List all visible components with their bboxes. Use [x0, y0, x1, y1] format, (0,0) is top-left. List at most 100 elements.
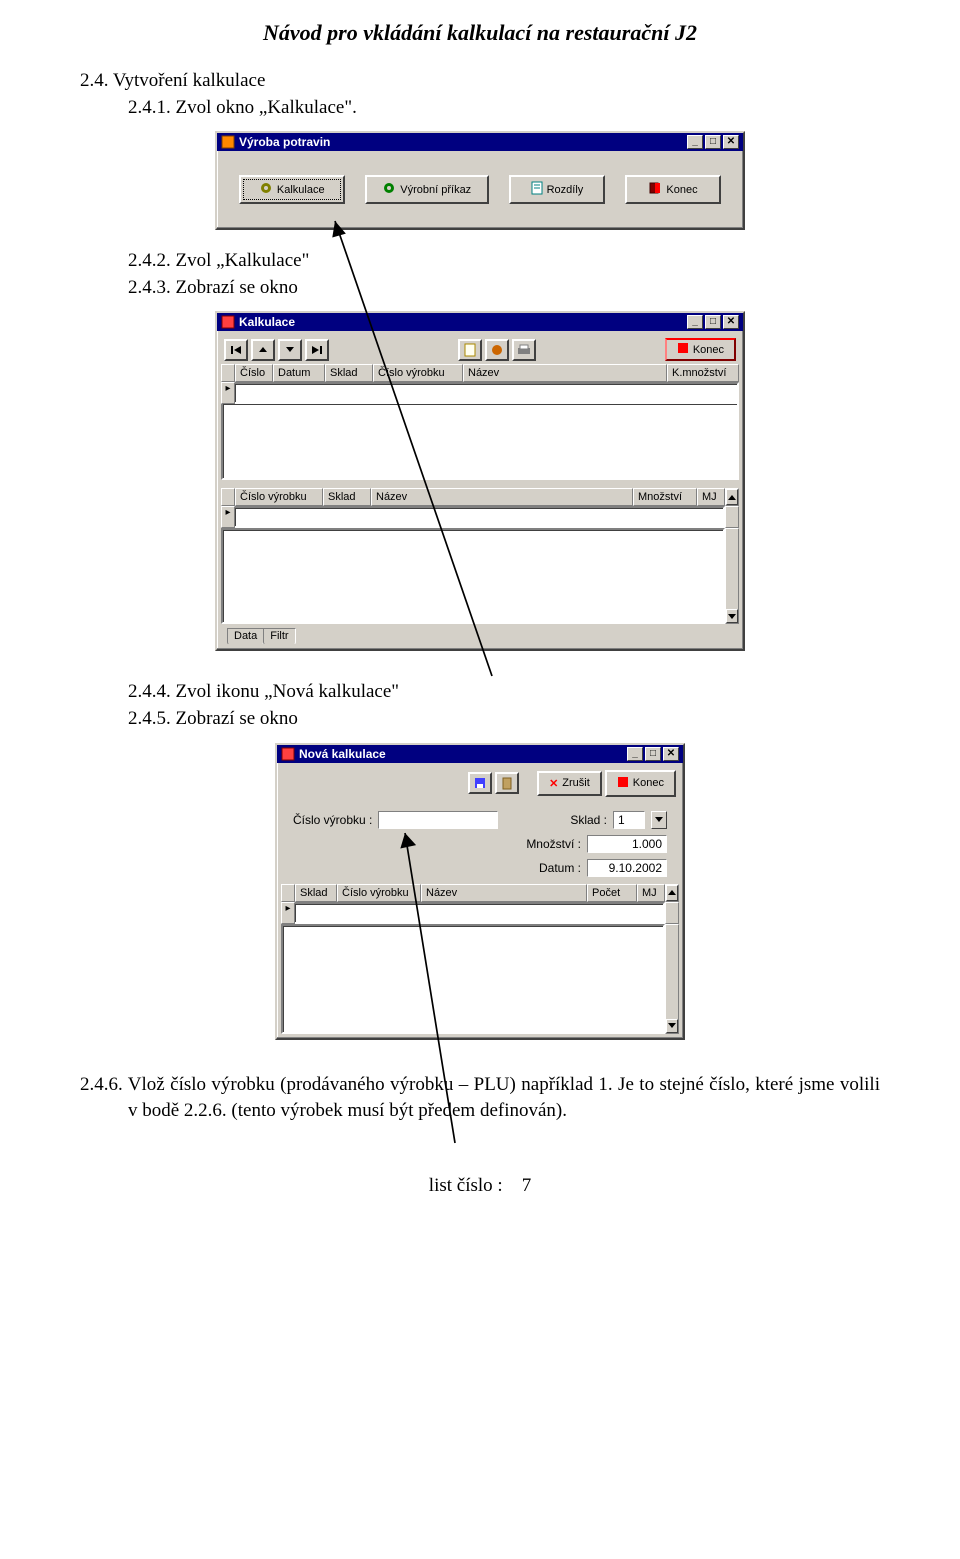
col-header: Název — [371, 488, 633, 506]
col-header: MJ — [637, 884, 665, 902]
tab-data[interactable]: Data — [227, 628, 264, 645]
close-button[interactable]: ✕ — [663, 747, 679, 761]
window-vyroba-potravin: Výroba potravin _ □ ✕ Kalkulace — [215, 131, 745, 230]
paste-button[interactable] — [495, 772, 519, 794]
titlebar: Kalkulace _ □ ✕ — [217, 313, 743, 331]
scrollbar[interactable] — [725, 528, 739, 624]
titlebar: Výroba potravin _ □ ✕ — [217, 133, 743, 151]
zrusit-button[interactable]: ✕ Zrušit — [537, 771, 602, 796]
gear-icon — [382, 181, 396, 198]
col-header: Sklad — [295, 884, 337, 902]
grid-body[interactable] — [221, 402, 739, 480]
cross-icon: ✕ — [549, 777, 558, 790]
konec-button[interactable]: Konec — [665, 338, 736, 361]
vyrobni-prikaz-button[interactable]: Výrobní příkaz — [365, 175, 489, 204]
datum-input[interactable]: 9.10.2002 — [587, 859, 667, 877]
mnozstvi-input[interactable]: 1.000 — [587, 835, 667, 853]
row-marker — [221, 364, 235, 382]
rozdily-button[interactable]: Rozdíly — [509, 175, 605, 204]
scrollbar[interactable] — [725, 506, 739, 528]
nav-prev-button[interactable] — [251, 339, 275, 361]
footer-label: list číslo : — [429, 1175, 503, 1196]
grid-body[interactable] — [295, 902, 665, 924]
scrollbar[interactable] — [665, 924, 679, 1034]
maximize-button[interactable]: □ — [705, 315, 721, 329]
app-icon — [221, 135, 235, 149]
doc-title: Návod pro vkládání kalkulací na restaura… — [80, 20, 880, 46]
button-label: Rozdíly — [547, 184, 584, 196]
step-2-4-6: 2.4.6. Vlož číslo výrobku (prodávaného v… — [80, 1072, 880, 1125]
button-label: Konec — [666, 184, 697, 196]
page-number: 7 — [522, 1175, 532, 1196]
nav-last-button[interactable] — [305, 339, 329, 361]
kalkulace-button[interactable]: Kalkulace — [239, 175, 345, 204]
konec-button[interactable]: Konec — [605, 770, 676, 797]
col-header: Sklad — [323, 488, 371, 506]
edit-button[interactable] — [485, 339, 509, 361]
label-cislo-vyrobku: Číslo výrobku : — [293, 813, 372, 827]
record-pointer: ▸ — [221, 382, 235, 404]
exit-icon — [617, 776, 629, 791]
cislo-vyrobku-input[interactable] — [378, 811, 498, 829]
minimize-button[interactable]: _ — [687, 135, 703, 149]
col-header: Číslo výrobku — [235, 488, 323, 506]
button-label: Konec — [633, 777, 664, 789]
col-header: Sklad — [325, 364, 373, 382]
button-label: Konec — [693, 344, 724, 356]
col-header: K.množství — [667, 364, 739, 382]
grid-body[interactable] — [235, 506, 725, 528]
document-icon — [531, 181, 543, 198]
button-label: Zrušit — [562, 777, 590, 789]
minimize-button[interactable]: _ — [687, 315, 703, 329]
col-header: MJ — [697, 488, 725, 506]
window-kalkulace: Kalkulace _ □ ✕ — [215, 311, 745, 651]
app-icon — [221, 315, 235, 329]
sklad-input[interactable]: 1 — [613, 811, 645, 829]
exit-icon — [677, 342, 689, 357]
window-title: Kalkulace — [239, 315, 295, 329]
minimize-button[interactable]: _ — [627, 747, 643, 761]
nav-first-button[interactable] — [224, 339, 248, 361]
tab-filtr[interactable]: Filtr — [263, 628, 295, 645]
grid-body[interactable] — [221, 528, 725, 624]
gear-icon — [259, 181, 273, 198]
scroll-down-button[interactable] — [666, 1019, 678, 1033]
window-title: Nová kalkulace — [299, 747, 386, 761]
new-button[interactable] — [458, 339, 482, 361]
grid-body[interactable] — [235, 382, 739, 404]
scroll-up-button[interactable] — [725, 488, 739, 506]
record-pointer: ▸ — [221, 506, 235, 528]
col-header: Název — [463, 364, 667, 382]
print-button[interactable] — [512, 339, 536, 361]
button-label: Kalkulace — [277, 184, 325, 196]
col-header: Název — [421, 884, 587, 902]
nav-next-button[interactable] — [278, 339, 302, 361]
step-2-4-2: 2.4.2. Zvol „Kalkulace" — [80, 248, 880, 275]
button-label: Výrobní příkaz — [400, 184, 471, 196]
close-button[interactable]: ✕ — [723, 315, 739, 329]
record-pointer: ▸ — [281, 902, 295, 924]
grid-body[interactable] — [281, 924, 665, 1034]
maximize-button[interactable]: □ — [645, 747, 661, 761]
sklad-dropdown-button[interactable] — [651, 811, 667, 829]
titlebar: Nová kalkulace _ □ ✕ — [277, 745, 683, 763]
col-header: Množství — [633, 488, 697, 506]
label-sklad: Sklad : — [570, 813, 607, 827]
col-header: Číslo výrobku — [373, 364, 463, 382]
close-button[interactable]: ✕ — [723, 135, 739, 149]
step-2-4-1: 2.4.1. Zvol okno „Kalkulace". — [80, 95, 880, 122]
window-title: Výroba potravin — [239, 135, 330, 149]
scroll-down-button[interactable] — [726, 609, 738, 623]
col-header: Číslo — [235, 364, 273, 382]
konec-button[interactable]: Konec — [625, 175, 721, 204]
save-button[interactable] — [468, 772, 492, 794]
scroll-up-button[interactable] — [665, 884, 679, 902]
step-2-4-3: 2.4.3. Zobrazí se okno — [80, 275, 880, 302]
col-header: Počet — [587, 884, 637, 902]
maximize-button[interactable]: □ — [705, 135, 721, 149]
exit-icon — [648, 181, 662, 198]
label-mnozstvi: Množství : — [526, 837, 581, 851]
col-header: Datum — [273, 364, 325, 382]
scrollbar[interactable] — [665, 902, 679, 924]
toolbar: Konec — [221, 335, 739, 364]
